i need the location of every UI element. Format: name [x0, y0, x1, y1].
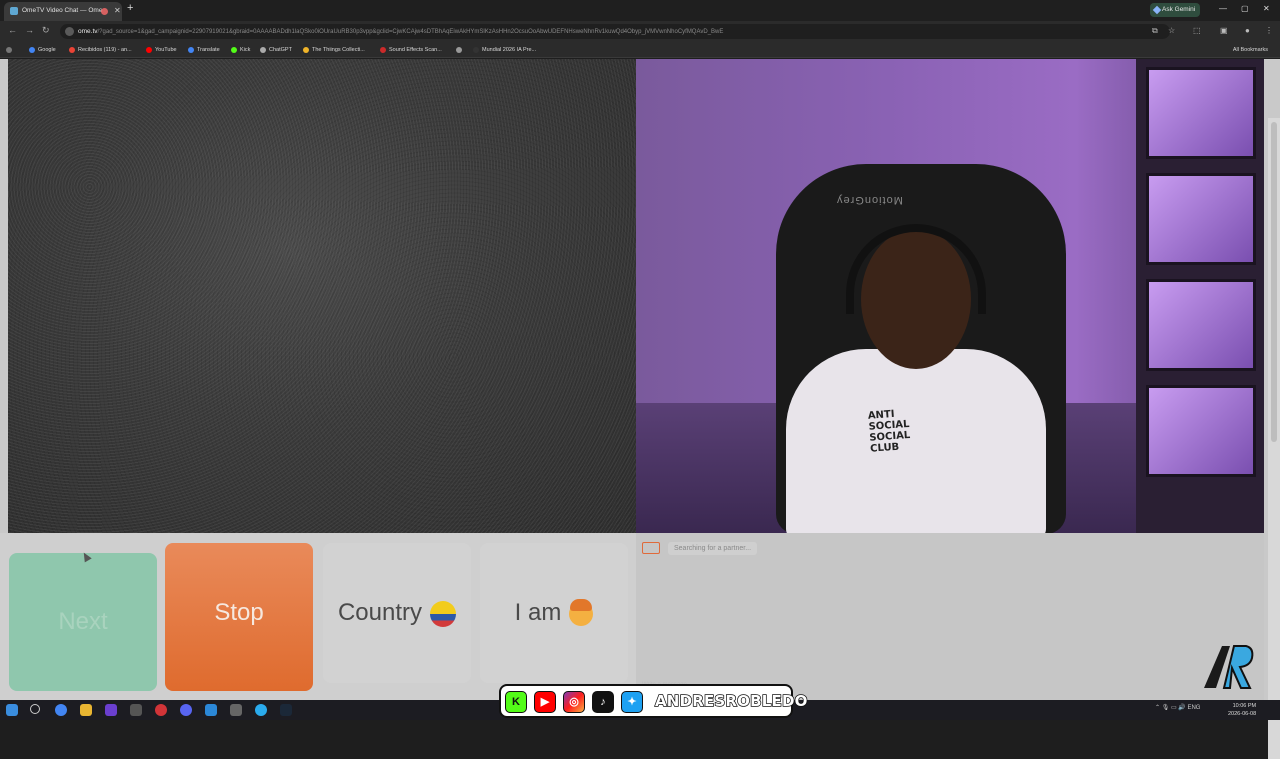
colombia-flag-icon: [430, 600, 457, 627]
discord-icon[interactable]: [180, 704, 192, 716]
extensions-icon[interactable]: ⬚: [1193, 26, 1201, 35]
ometv-page: MotionGrey ANTI SOCIAL SOCIAL CLUB Next …: [0, 59, 1280, 759]
app-icon-red[interactable]: [155, 704, 167, 716]
tiktok-icon: ♪: [592, 691, 614, 713]
ometv-logo-icon: [642, 542, 660, 554]
app-icon-blue[interactable]: [205, 704, 217, 716]
url-path: /?gad_source=1&gad_campaignid=2290791902…: [97, 29, 724, 35]
stop-button[interactable]: Stop: [165, 543, 313, 691]
self-video: MotionGrey ANTI SOCIAL SOCIAL CLUB: [636, 59, 1264, 533]
browser-tab[interactable]: OmeTV Video Chat — Ome ✕: [4, 2, 122, 21]
address-bar-row: ← → ↻ ome.tv/?gad_source=1&gad_campaigni…: [0, 21, 1280, 42]
tab-bar: OmeTV Video Chat — Ome ✕ + Ask Gemini — …: [0, 0, 1280, 21]
bookmark-gmail[interactable]: Recibidos (119) - an...: [69, 45, 132, 55]
youtube-icon: ▶: [534, 691, 556, 713]
bookmark-youtube[interactable]: YouTube: [146, 45, 177, 55]
partner-video: [8, 59, 636, 533]
instagram-icon: ◎: [563, 691, 585, 713]
streamer-logo-icon: [1204, 645, 1254, 689]
windows-start-icon[interactable]: [6, 704, 18, 716]
app-icon-dark[interactable]: [230, 704, 242, 716]
bookmark-star-icon[interactable]: ☆: [1168, 26, 1175, 35]
install-icon[interactable]: ⧉: [1152, 26, 1158, 36]
boy-face-icon: [569, 598, 594, 626]
bookmark-chatgpt[interactable]: ChatGPT: [260, 45, 292, 55]
site-info-icon[interactable]: [65, 27, 74, 36]
country-button[interactable]: Country: [323, 543, 471, 683]
sidepanel-icon[interactable]: ▣: [1220, 26, 1228, 35]
telegram-icon[interactable]: [255, 704, 267, 716]
forward-icon[interactable]: →: [25, 25, 34, 35]
social-handle: ANDRESROBLEDO: [654, 691, 808, 711]
bookmark-translate[interactable]: Translate: [188, 45, 220, 55]
bookmark-mundial[interactable]: Mundial 2026 IA Pre...: [473, 45, 536, 55]
new-tab-icon[interactable]: +: [127, 2, 133, 14]
next-button[interactable]: Next: [9, 553, 157, 691]
app-icon-purple[interactable]: [105, 704, 117, 716]
kick-icon: K: [505, 691, 527, 713]
ask-gemini-button[interactable]: Ask Gemini: [1150, 3, 1200, 17]
tab-title: OmeTV Video Chat — Ome: [22, 7, 103, 14]
all-bookmarks[interactable]: All Bookmarks: [1233, 45, 1268, 55]
steam-icon[interactable]: [280, 704, 292, 716]
back-icon[interactable]: ←: [8, 25, 17, 35]
chair-logo: MotionGrey: [836, 194, 903, 206]
reload-icon[interactable]: ↻: [42, 25, 50, 36]
minimize-icon[interactable]: —: [1219, 4, 1227, 13]
restore-icon[interactable]: ▢: [1241, 4, 1249, 13]
close-tab-icon[interactable]: ✕: [114, 2, 121, 20]
system-tray[interactable]: ⌃ 🎙 ▭ 🔊 ENG: [1155, 704, 1200, 711]
scroll-thumb[interactable]: [1271, 122, 1277, 442]
recording-icon: [101, 8, 108, 15]
url-domain: ome.tv: [78, 28, 98, 35]
url-input[interactable]: ome.tv/?gad_source=1&gad_campaignid=2290…: [60, 24, 1170, 39]
bookmark-kick[interactable]: Kick: [231, 45, 250, 55]
site-favicon-icon: [10, 7, 18, 15]
clock[interactable]: 10:06 PM 2026-06-08: [1228, 702, 1256, 718]
chat-panel: Searching for a partner... Write a messa…: [636, 533, 1264, 700]
controls-panel: Next Stop Country I am: [0, 533, 636, 700]
bookmark-google[interactable]: Google: [29, 45, 56, 55]
bookmark-sound-effects[interactable]: Sound Effects Scan...: [380, 45, 442, 55]
social-overlay: K ▶ ◎ ♪ ✦ ANDRESROBLEDO: [499, 684, 808, 718]
i-am-button[interactable]: I am: [480, 543, 628, 683]
bookmark-thiings[interactable]: The Thiings Collecti...: [303, 45, 365, 55]
app-icon-gray[interactable]: [130, 704, 142, 716]
chrome-icon[interactable]: [55, 704, 67, 716]
chat-status: Searching for a partner...: [668, 542, 758, 555]
twitter-icon: ✦: [621, 691, 643, 713]
shelf: [1136, 59, 1264, 533]
profile-icon[interactable]: ●: [1245, 26, 1250, 35]
close-window-icon[interactable]: ✕: [1263, 4, 1270, 13]
search-icon[interactable]: [30, 704, 40, 714]
scrollbar[interactable]: [1268, 118, 1280, 759]
shirt-text: ANTI SOCIAL SOCIAL CLUB: [867, 408, 911, 455]
file-explorer-icon[interactable]: [80, 704, 92, 716]
menu-icon[interactable]: ⋮: [1265, 26, 1273, 35]
bookmarks-bar: Google Recibidos (119) - an... YouTube T…: [0, 42, 1280, 58]
static-noise: [8, 59, 636, 533]
